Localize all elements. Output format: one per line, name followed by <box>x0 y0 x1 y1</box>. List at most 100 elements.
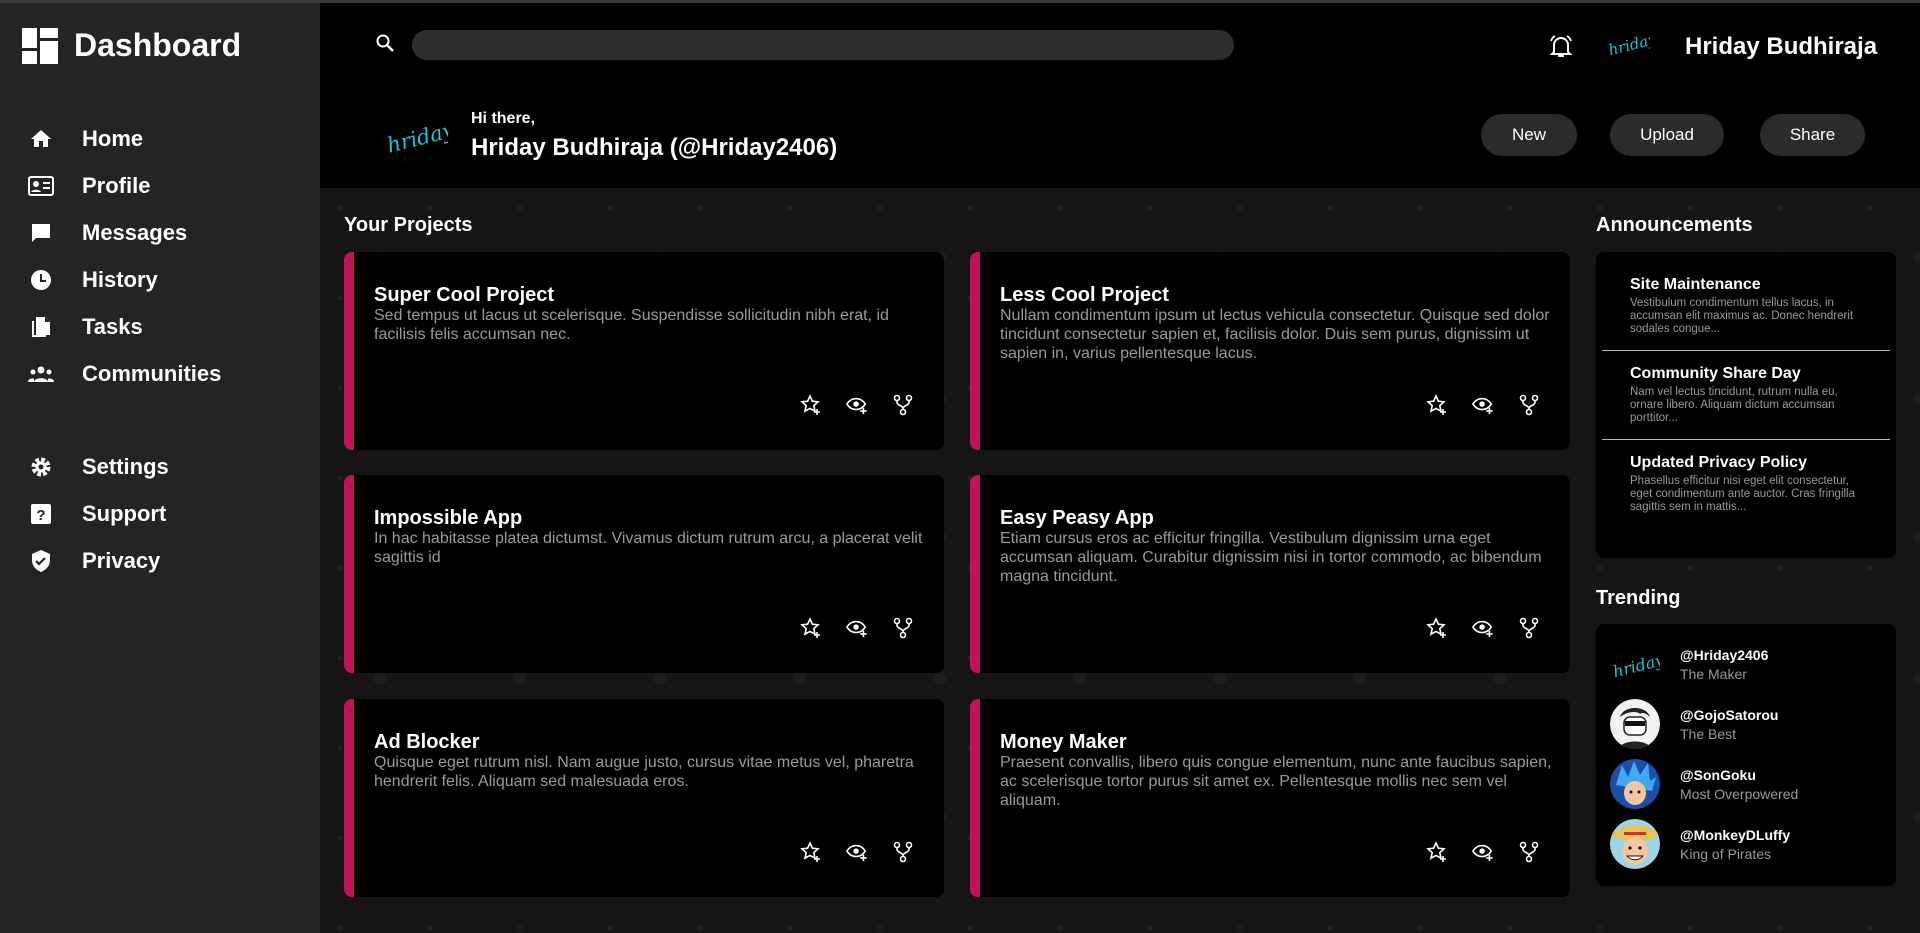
brand[interactable]: Dashboard <box>22 27 241 64</box>
star-icon[interactable] <box>800 841 822 863</box>
projects-title: Your Projects <box>344 214 473 236</box>
sidebar-item-label: Communities <box>82 360 222 386</box>
id-card-icon <box>28 173 54 199</box>
sidebar-item-label: Privacy <box>82 547 161 573</box>
announcements-title: Announcements <box>1596 214 1753 236</box>
project-actions <box>800 394 914 416</box>
watch-icon[interactable] <box>1472 617 1494 639</box>
announcement-item[interactable]: Updated Privacy Policy Phasellus efficit… <box>1602 440 1890 528</box>
project-title: Ad Blocker <box>374 731 480 753</box>
fork-icon[interactable] <box>1518 617 1540 639</box>
project-title: Less Cool Project <box>1000 284 1169 306</box>
profile-avatar[interactable]: hriday <box>382 108 448 164</box>
sidebar-item-tasks[interactable]: Tasks <box>28 303 221 350</box>
sidebar-item-privacy[interactable]: Privacy <box>28 537 169 584</box>
announcement-item[interactable]: Site Maintenance Vestibulum condimentum … <box>1602 262 1890 351</box>
sidebar-item-label: Settings <box>82 453 169 479</box>
fork-icon[interactable] <box>892 617 914 639</box>
trending-handle: @GojoSatorou <box>1680 706 1779 723</box>
watch-icon[interactable] <box>1472 394 1494 416</box>
greeting-header: hriday Hi there, Hriday Budhiraja (@Hrid… <box>320 88 1920 188</box>
main-content: Your Projects Super Cool Project Sed tem… <box>320 188 1920 933</box>
trending-handle: @MonkeyDLuffy <box>1680 826 1791 843</box>
trending-subtitle: King of Pirates <box>1680 845 1772 862</box>
trending-item[interactable]: @GojoSatorou The Best <box>1596 694 1896 754</box>
project-card[interactable]: Super Cool Project Sed tempus ut lacus u… <box>344 252 944 450</box>
sidebar-item-label: History <box>82 266 158 292</box>
trending-handle: @SonGoku <box>1680 766 1756 783</box>
watch-icon[interactable] <box>1472 841 1494 863</box>
project-card[interactable]: Easy Peasy App Etiam cursus eros ac effi… <box>970 475 1570 673</box>
star-icon[interactable] <box>800 617 822 639</box>
sidebar-item-label: Messages <box>82 219 188 245</box>
announcement-description: Phasellus efficitur nisi eget elit conse… <box>1630 475 1856 513</box>
fork-icon[interactable] <box>1518 394 1540 416</box>
bell-icon[interactable] <box>1548 33 1574 64</box>
star-icon[interactable] <box>1426 841 1448 863</box>
home-icon <box>28 126 54 152</box>
fork-icon[interactable] <box>1518 841 1540 863</box>
svg-text:?: ? <box>36 507 45 524</box>
upload-button[interactable]: Upload <box>1610 114 1724 156</box>
search-input[interactable] <box>412 30 1234 60</box>
sidebar-item-communities[interactable]: Communities <box>28 350 221 397</box>
sidebar-secondary-nav: Settings ? Support Privacy <box>28 443 169 584</box>
project-actions <box>800 841 914 863</box>
project-description: Nullam condimentum ipsum ut lectus vehic… <box>1000 307 1550 362</box>
trending-item[interactable]: hriday @Hriday2406 The Maker <box>1596 634 1896 694</box>
star-icon[interactable] <box>800 394 822 416</box>
star-icon[interactable] <box>1426 617 1448 639</box>
project-card[interactable]: Impossible App In hac habitasse platea d… <box>344 475 944 673</box>
announcement-title: Updated Privacy Policy <box>1630 454 1807 471</box>
user-name[interactable]: Hriday Budhiraja <box>1685 33 1877 61</box>
sidebar-nav: Home Profile Messages History Tasks Comm… <box>28 115 221 397</box>
trending-title: Trending <box>1596 587 1681 609</box>
top-bar: hriday Hriday Budhiraja <box>320 0 1920 88</box>
fork-icon[interactable] <box>892 394 914 416</box>
sidebar-item-profile[interactable]: Profile <box>28 162 221 209</box>
help-icon: ? <box>28 501 54 527</box>
announcement-title: Community Share Day <box>1630 365 1801 382</box>
announcement-item[interactable]: Community Share Day Nam vel lectus tinci… <box>1602 351 1890 440</box>
dashboard-logo-icon <box>22 27 58 64</box>
share-button[interactable]: Share <box>1760 114 1865 156</box>
trending-subtitle: The Maker <box>1680 665 1747 682</box>
project-card[interactable]: Money Maker Praesent convallis, libero q… <box>970 699 1570 897</box>
sidebar-item-settings[interactable]: Settings <box>28 443 169 490</box>
search-icon[interactable] <box>375 33 395 58</box>
watch-icon[interactable] <box>846 394 868 416</box>
trending-item[interactable]: @MonkeyDLuffy King of Pirates <box>1596 814 1896 874</box>
new-button[interactable]: New <box>1481 114 1577 156</box>
sidebar-item-label: Home <box>82 125 144 151</box>
fork-icon[interactable] <box>892 841 914 863</box>
project-card[interactable]: Less Cool Project Nullam condimentum ips… <box>970 252 1570 450</box>
sidebar-item-home[interactable]: Home <box>28 115 221 162</box>
project-actions <box>1426 841 1540 863</box>
sidebar-item-messages[interactable]: Messages <box>28 209 221 256</box>
project-description: Praesent convallis, libero quis congue e… <box>1000 754 1552 809</box>
people-icon <box>28 361 54 387</box>
announcements-panel: Site Maintenance Vestibulum condimentum … <box>1596 252 1896 558</box>
sidebar: Dashboard Home Profile Messages History <box>0 0 320 933</box>
avatar-text: hriday <box>1611 650 1660 681</box>
sidebar-item-support[interactable]: ? Support <box>28 490 169 537</box>
project-title: Super Cool Project <box>374 284 555 306</box>
message-icon <box>28 220 54 246</box>
trending-panel: hriday @Hriday2406 The Maker @GojoSatoro… <box>1596 624 1896 886</box>
trending-subtitle: Most Overpowered <box>1680 785 1799 802</box>
trending-text: @GojoSatorou The Best <box>1680 707 1778 742</box>
documents-icon <box>28 314 54 340</box>
watch-icon[interactable] <box>846 841 868 863</box>
trending-subtitle: The Best <box>1680 725 1737 742</box>
announcement-description: Vestibulum condimentum tellus lacus, in … <box>1630 297 1854 335</box>
trending-item[interactable]: @SonGoku Most Overpowered <box>1596 754 1896 814</box>
star-icon[interactable] <box>1426 394 1448 416</box>
project-title: Easy Peasy App <box>1000 507 1154 529</box>
project-card[interactable]: Ad Blocker Quisque eget rutrum nisl. Nam… <box>344 699 944 897</box>
user-avatar[interactable]: hriday <box>1604 25 1650 65</box>
watch-icon[interactable] <box>846 617 868 639</box>
avatar <box>1610 819 1660 869</box>
sidebar-item-history[interactable]: History <box>28 256 221 303</box>
project-description: Sed tempus ut lacus ut scelerisque. Susp… <box>374 307 889 343</box>
sidebar-item-label: Support <box>82 500 167 526</box>
